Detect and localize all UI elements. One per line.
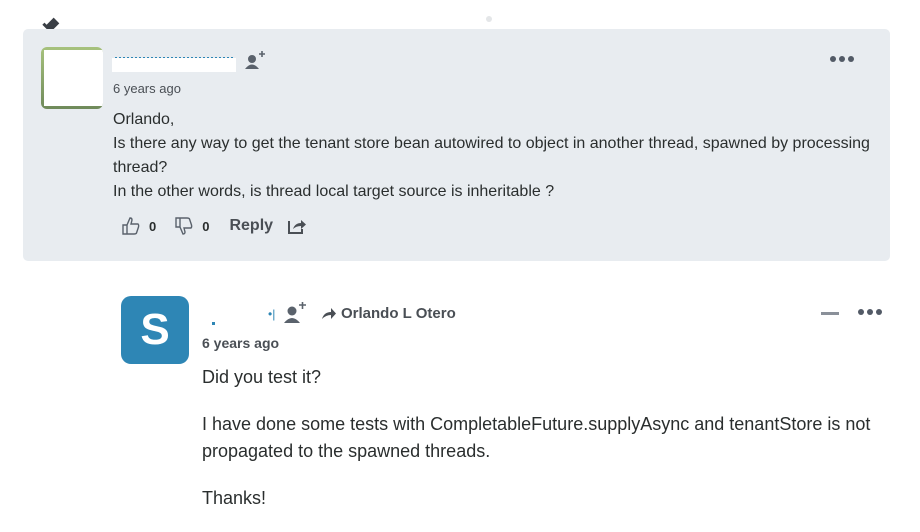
reply-to-name: Orlando L Otero [341,305,456,322]
avatar[interactable]: S [121,296,189,364]
comment-paragraph: Orlando, [113,111,175,128]
in-reply-to[interactable]: Orlando L Otero [321,305,456,322]
reply-button[interactable]: Reply [229,217,273,235]
upvote-count: 0 [149,218,157,234]
thumbs-down-icon [175,217,193,235]
reply-arrow-icon [322,307,336,319]
more-options-icon[interactable] [830,56,860,70]
decorative-dot [486,16,492,22]
comment-paragraph: Thanks! [202,488,267,508]
comment-paragraph: Is there any way to get the tenant store… [113,135,870,176]
downvote-button[interactable]: 0 [174,216,209,236]
share-icon[interactable] [287,217,307,235]
comment-actions: 0 0 Reply [121,216,307,236]
author-name[interactable] [212,322,215,325]
author-name-redaction [112,58,236,72]
comment-timestamp[interactable]: 6 years ago [113,81,181,96]
comment-body: Did you test it? I have done some tests … [202,364,912,532]
comment-paragraph: I have done some tests with CompletableF… [202,414,871,461]
upvote-button[interactable]: 0 [121,216,156,236]
comment-paragraph: In the other words, is thread local targ… [113,183,555,200]
downvote-count: 0 [202,218,210,234]
avatar-redaction [44,50,103,106]
comment-timestamp[interactable]: 6 years ago [202,335,279,351]
avatar[interactable] [41,47,103,109]
collapse-icon[interactable] [821,312,839,315]
author-name-fragment[interactable]: •| [268,307,275,321]
thumbs-up-icon [122,217,140,235]
follow-user-icon[interactable] [244,51,266,71]
more-options-icon[interactable] [858,309,882,315]
follow-user-icon[interactable] [283,302,307,324]
comment-paragraph: Did you test it? [202,367,322,387]
comment-body: Orlando, Is there any way to get the ten… [113,108,873,204]
